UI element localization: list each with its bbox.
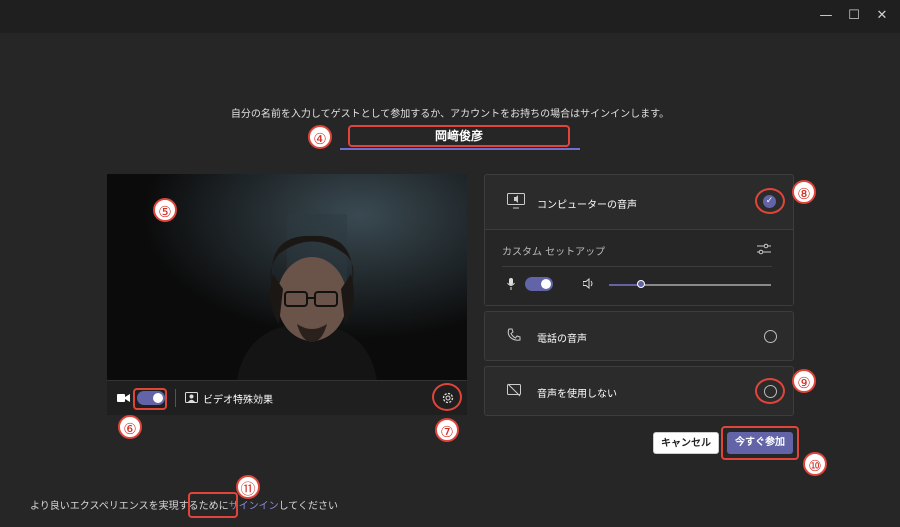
background-effects-icon bbox=[185, 392, 198, 403]
sliders-icon[interactable] bbox=[757, 243, 771, 255]
computer-audio-panel[interactable]: コンピューターの音声 ✓ カスタム セットアップ bbox=[484, 174, 794, 306]
no-audio-option[interactable]: 音声を使用しない bbox=[484, 366, 794, 416]
close-button[interactable]: ✕ bbox=[872, 6, 892, 26]
highlight-no-audio-radio bbox=[755, 378, 785, 404]
maximize-button[interactable]: ☐ bbox=[844, 6, 864, 26]
phone-audio-option[interactable]: 電話の音声 bbox=[484, 311, 794, 361]
footer-suffix: してください bbox=[278, 501, 339, 512]
annotation-11: ⑪ bbox=[236, 475, 260, 499]
title-bar: — ☐ ✕ bbox=[0, 0, 900, 33]
phone-audio-label: 電話の音声 bbox=[537, 334, 587, 345]
custom-setup-area bbox=[485, 230, 793, 305]
cancel-button[interactable]: キャンセル bbox=[653, 432, 719, 454]
no-audio-icon bbox=[507, 383, 521, 397]
custom-setup-label: カスタム セットアップ bbox=[502, 247, 606, 258]
annotation-7: ⑦ bbox=[435, 418, 459, 442]
computer-audio-label: コンピューターの音声 bbox=[537, 200, 637, 211]
divider bbox=[175, 389, 176, 407]
microphone-icon bbox=[507, 278, 515, 290]
phone-audio-radio[interactable] bbox=[764, 330, 777, 343]
divider bbox=[502, 266, 772, 267]
computer-icon bbox=[507, 193, 525, 209]
speaker-icon bbox=[583, 278, 593, 289]
phone-icon bbox=[507, 328, 521, 341]
annotation-9: ⑨ bbox=[792, 369, 816, 393]
highlight-computer-audio-check bbox=[755, 188, 785, 214]
annotation-5: ⑤ bbox=[153, 198, 177, 222]
annotation-6: ⑥ bbox=[118, 415, 142, 439]
annotation-8: ⑧ bbox=[792, 180, 816, 204]
highlight-sign-in-link bbox=[188, 492, 238, 518]
camera-icon bbox=[117, 394, 130, 402]
volume-slider[interactable] bbox=[609, 280, 771, 288]
annotation-4: ④ bbox=[308, 125, 332, 149]
no-audio-label: 音声を使用しない bbox=[537, 389, 617, 400]
name-field-container: 岡﨑俊彦 bbox=[340, 124, 580, 150]
highlight-camera-toggle bbox=[133, 388, 167, 410]
highlight-join-button bbox=[721, 426, 799, 460]
name-input[interactable]: 岡﨑俊彦 bbox=[348, 125, 570, 147]
toggle-knob bbox=[541, 279, 551, 289]
instruction-text: 自分の名前を入力してゲストとして参加するか、アカウントをお持ちの場合はサインイン… bbox=[230, 109, 670, 120]
minimize-button[interactable]: — bbox=[816, 6, 836, 26]
annotation-10: ⑩ bbox=[803, 452, 827, 476]
footer-text: より良いエクスペリエンスを実現するためにサインインしてください bbox=[30, 497, 338, 512]
highlight-settings bbox=[432, 383, 462, 411]
video-effects-label[interactable]: ビデオ特殊効果 bbox=[203, 391, 273, 406]
microphone-toggle[interactable] bbox=[525, 277, 553, 291]
